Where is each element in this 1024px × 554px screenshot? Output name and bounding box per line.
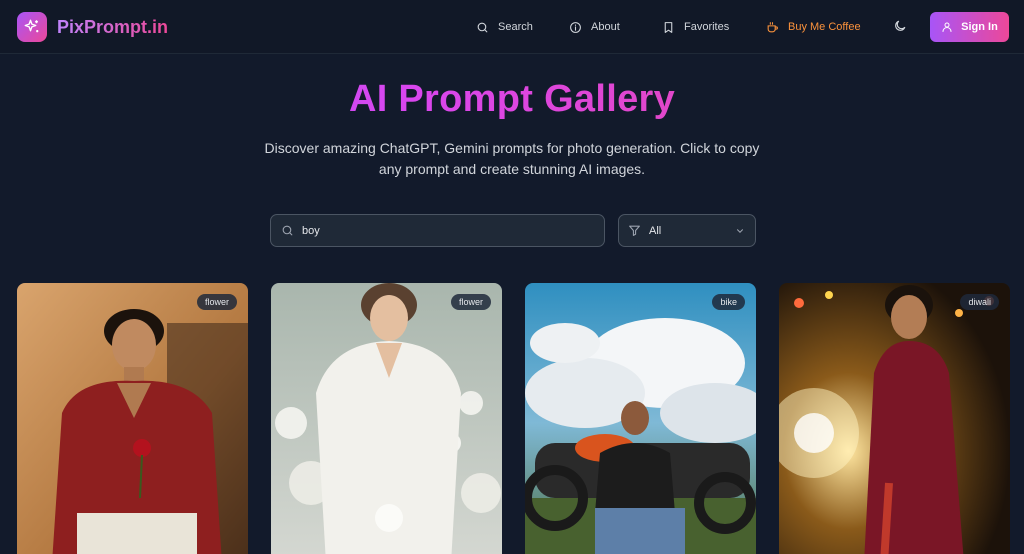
category-tag: flower	[450, 294, 491, 310]
gallery-card[interactable]: flower	[17, 283, 248, 554]
nav-search-label: Search	[498, 21, 533, 33]
sparkles-icon	[17, 12, 47, 42]
sign-in-label: Sign In	[961, 21, 998, 33]
category-filter-select[interactable]: All	[618, 214, 756, 247]
nav-buy-coffee[interactable]: Buy Me Coffee	[766, 17, 861, 37]
card-image	[271, 283, 502, 554]
filter-funnel-icon	[629, 225, 640, 236]
sign-in-button[interactable]: Sign In	[930, 12, 1009, 42]
category-tag: bike	[712, 294, 745, 310]
search-icon	[477, 22, 488, 32]
search-icon	[282, 225, 293, 236]
nav-about[interactable]: About	[569, 17, 620, 37]
gallery-card[interactable]: diwali	[779, 283, 1010, 554]
filter-selected-value: All	[649, 224, 662, 237]
nav-favorites-label: Favorites	[684, 21, 730, 33]
nav-about-label: About	[591, 21, 620, 33]
card-image	[17, 283, 248, 554]
gallery-card[interactable]: bike	[525, 283, 756, 554]
card-image	[525, 283, 756, 554]
bookmark-icon	[664, 21, 673, 33]
page-title: AI Prompt Gallery	[0, 78, 1024, 121]
user-icon	[942, 22, 952, 32]
card-image	[779, 283, 1010, 554]
chevron-down-icon	[736, 228, 744, 233]
category-tag: diwali	[960, 294, 999, 310]
coffee-cup-icon	[767, 21, 778, 32]
theme-toggle-moon-icon[interactable]	[893, 19, 909, 35]
category-tag: flower	[196, 294, 237, 310]
nav-coffee-label: Buy Me Coffee	[788, 21, 861, 33]
nav-favorites[interactable]: Favorites	[662, 17, 729, 37]
top-nav-bar: PixPrompt.in Search About Favorites Buy …	[0, 0, 1024, 54]
gallery-card[interactable]: flower	[271, 283, 502, 554]
page-subtitle: Discover amazing ChatGPT, Gemini prompts…	[264, 140, 760, 177]
brand-logo-link[interactable]: PixPrompt.in	[17, 12, 168, 42]
brand-name: PixPrompt.in	[57, 16, 169, 37]
search-input[interactable]	[302, 224, 582, 237]
nav-search[interactable]: Search	[476, 17, 533, 37]
info-icon	[570, 21, 581, 33]
search-box[interactable]	[270, 214, 605, 247]
